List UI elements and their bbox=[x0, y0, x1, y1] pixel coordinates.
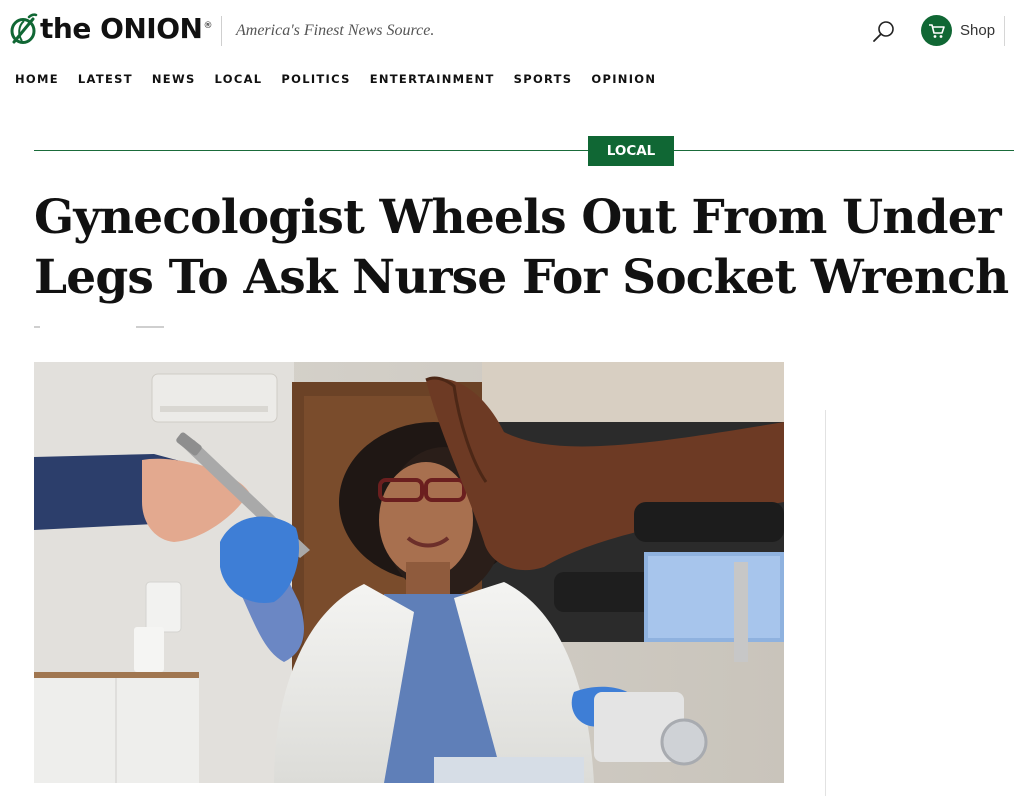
search-icon bbox=[870, 21, 898, 50]
shop-button[interactable]: Shop bbox=[921, 15, 995, 46]
nav-item-sports[interactable]: SPORTS bbox=[514, 72, 573, 86]
site-logo[interactable]: the ONION® bbox=[8, 12, 212, 45]
nav-item-opinion[interactable]: OPINION bbox=[591, 72, 656, 86]
nav-item-local[interactable]: LOCAL bbox=[215, 72, 263, 86]
nav-item-news[interactable]: NEWS bbox=[152, 72, 196, 86]
masthead: the ONION® America's Finest News Source.… bbox=[0, 0, 1014, 62]
logo-wordmark: the ONION® bbox=[40, 12, 212, 45]
header-divider bbox=[221, 16, 222, 46]
nav-item-politics[interactable]: POLITICS bbox=[281, 72, 350, 86]
onion-logo-icon bbox=[8, 12, 38, 45]
logo-word-onion: ONION bbox=[100, 12, 203, 45]
search-button[interactable] bbox=[870, 18, 898, 46]
logo-word-the: the bbox=[40, 12, 91, 45]
section-tag-local[interactable]: LOCAL bbox=[588, 136, 674, 166]
header-right-divider bbox=[1004, 16, 1005, 46]
registered-mark: ® bbox=[203, 20, 212, 31]
nav-item-latest[interactable]: LATEST bbox=[78, 72, 133, 86]
article-headline: Gynecologist Wheels Out From Under Legs … bbox=[34, 190, 1009, 305]
article-hero-photo[interactable] bbox=[34, 362, 784, 783]
shop-label: Shop bbox=[960, 22, 996, 39]
nav-item-entertainment[interactable]: ENTERTAINMENT bbox=[370, 72, 495, 86]
nav-item-home[interactable]: HOME bbox=[15, 72, 59, 86]
shopping-cart-icon bbox=[921, 15, 952, 46]
byline-placeholder bbox=[34, 326, 164, 329]
site-tagline: America's Finest News Source. bbox=[236, 22, 435, 39]
section-rule bbox=[34, 150, 1014, 151]
main-nav: HOME LATEST NEWS LOCAL POLITICS ENTERTAI… bbox=[15, 72, 675, 86]
sidebar-divider bbox=[825, 410, 826, 796]
